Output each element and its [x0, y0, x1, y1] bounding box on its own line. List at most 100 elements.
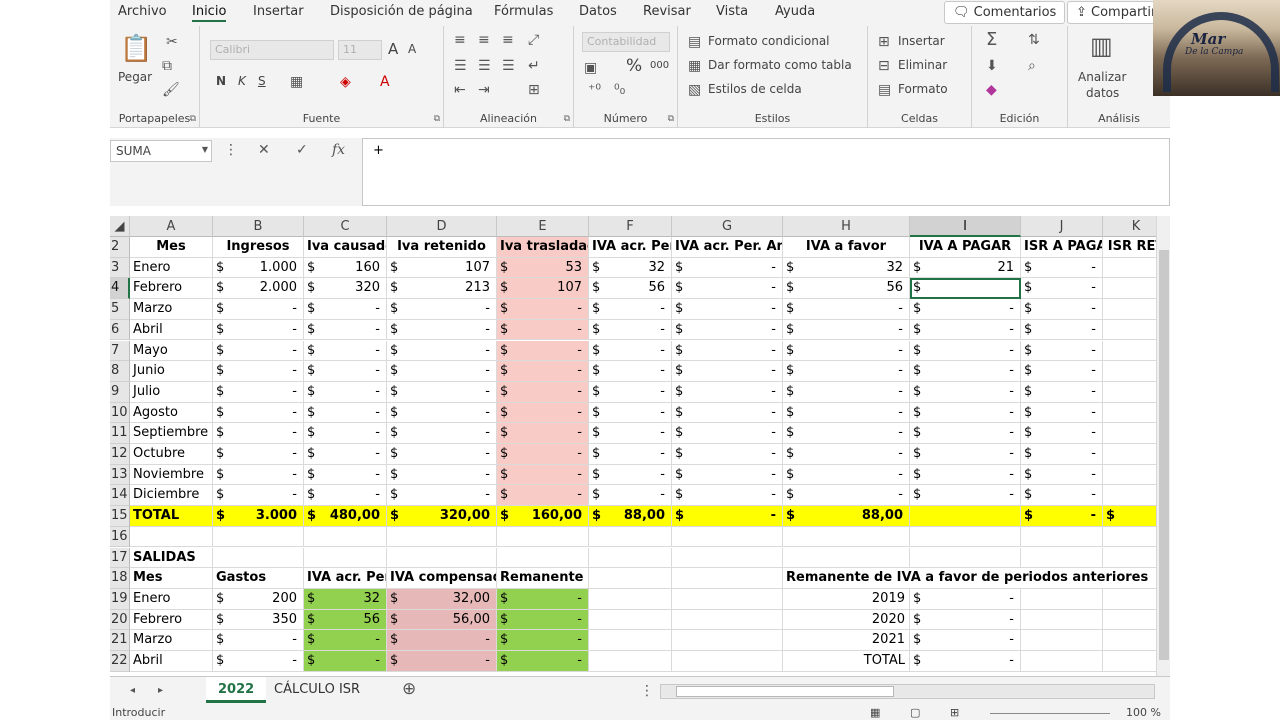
cell-J17[interactable]	[1021, 547, 1103, 569]
cell-A19[interactable]: Enero	[130, 588, 213, 610]
cell-J4[interactable]: $ -	[1021, 278, 1103, 300]
cell-I20[interactable]: $ -	[910, 609, 1021, 631]
cell-A12[interactable]: Octubre	[130, 444, 213, 465]
cell-C2[interactable]: Iva causado	[304, 237, 387, 258]
horizontal-scrollbar[interactable]	[660, 684, 1155, 699]
cell-C4[interactable]: $320	[304, 278, 387, 300]
column-header-I[interactable]: I	[910, 216, 1021, 237]
cell-G6[interactable]: $ -	[672, 319, 783, 341]
comments-button[interactable]: 🗨 Comentarios	[944, 1, 1066, 24]
row-header-3[interactable]: 3	[110, 257, 130, 279]
cell-I10[interactable]: $ -	[910, 402, 1021, 424]
cell-F16[interactable]	[589, 526, 672, 548]
cell-C11[interactable]: $ -	[304, 423, 387, 444]
cell-B14[interactable]: $ -	[213, 485, 304, 507]
cell-I5[interactable]: $ -	[910, 299, 1021, 320]
cell-E9[interactable]: $ -	[497, 381, 589, 403]
scrollbar-thumb[interactable]	[1159, 250, 1169, 660]
cell-G13[interactable]: $ -	[672, 464, 783, 486]
analyze-label-1[interactable]: Analizar	[1078, 70, 1126, 84]
cell-D5[interactable]: $ -	[387, 299, 497, 320]
row-header-20[interactable]: 20	[110, 609, 130, 631]
enter-icon[interactable]: ✓	[296, 142, 308, 158]
cell-G11[interactable]: $ -	[672, 423, 783, 444]
cell-F15[interactable]: $88,00	[589, 506, 672, 527]
cell-D18[interactable]: IVA compensado	[387, 568, 497, 589]
cell-G4[interactable]: $ -	[672, 278, 783, 300]
font-size-box[interactable]: 11	[338, 40, 382, 60]
cell-H16[interactable]	[783, 526, 910, 548]
underline-button[interactable]: S	[258, 74, 266, 88]
cell-E6[interactable]: $ -	[497, 319, 589, 341]
grow-font-icon[interactable]: A	[388, 40, 398, 58]
cell-C9[interactable]: $ -	[304, 381, 387, 403]
selected-cell-I4[interactable]: $	[910, 278, 1021, 300]
align-top-icon[interactable]: ≡	[454, 32, 466, 48]
cell-H2[interactable]: IVA a favor	[783, 237, 910, 258]
find-icon[interactable]: ⌕	[1028, 58, 1036, 74]
cell-E10[interactable]: $ -	[497, 402, 589, 424]
cell-G8[interactable]: $ -	[672, 361, 783, 382]
currency-icon[interactable]: ▣	[584, 60, 597, 76]
cell-B13[interactable]: $ -	[213, 464, 304, 486]
cell-I12[interactable]: $ -	[910, 444, 1021, 465]
cell-A7[interactable]: Mayo	[130, 340, 213, 362]
cell-C19[interactable]: $32	[304, 588, 387, 610]
cell-I8[interactable]: $ -	[910, 361, 1021, 382]
cell-G14[interactable]: $ -	[672, 485, 783, 507]
launcher-icon[interactable]: ⧉	[668, 114, 674, 124]
cell-H6[interactable]: $ -	[783, 319, 910, 341]
cell-J16[interactable]	[1021, 526, 1103, 548]
tab-vista[interactable]: Vista	[716, 4, 748, 19]
cell-E11[interactable]: $ -	[497, 423, 589, 444]
clear-icon[interactable]: ◆	[986, 82, 997, 98]
cell-C22[interactable]: $ -	[304, 651, 387, 672]
column-header-D[interactable]: D	[387, 216, 497, 237]
cell-B15[interactable]: $3.000	[213, 506, 304, 527]
fx-icon[interactable]: fx	[332, 142, 345, 158]
cell-J21[interactable]	[1021, 630, 1103, 651]
tab-ayuda[interactable]: Ayuda	[775, 4, 815, 19]
row-header-7[interactable]: 7	[110, 340, 130, 362]
thousands-button[interactable]: 000	[650, 60, 669, 71]
cell-J2[interactable]: ISR A PAGAR	[1021, 237, 1103, 258]
align-right-icon[interactable]: ☰	[502, 58, 515, 74]
column-header-H[interactable]: H	[783, 216, 910, 237]
cell-C8[interactable]: $ -	[304, 361, 387, 382]
tab-disposicion[interactable]: Disposición de página	[330, 4, 473, 19]
orientation-icon[interactable]: ⤢	[528, 32, 539, 48]
cell-H13[interactable]: $ -	[783, 464, 910, 486]
cell-G5[interactable]: $ -	[672, 299, 783, 320]
cell-E4[interactable]: $107	[497, 278, 589, 300]
cell-A6[interactable]: Abril	[130, 319, 213, 341]
cell-H20[interactable]: 2020	[783, 609, 910, 631]
column-header-J[interactable]: J	[1021, 216, 1103, 237]
cell-H4[interactable]: $56	[783, 278, 910, 300]
cell-I17[interactable]	[910, 547, 1021, 569]
cell-A8[interactable]: Junio	[130, 361, 213, 382]
cell-C10[interactable]: $ -	[304, 402, 387, 424]
cell-F2[interactable]: IVA acr. Per.	[589, 237, 672, 258]
cell-I22[interactable]: $ -	[910, 651, 1021, 672]
cell-B7[interactable]: $ -	[213, 340, 304, 362]
page-layout-icon[interactable]: ▢	[910, 706, 920, 720]
cell-A11[interactable]: Septiembre	[130, 423, 213, 444]
cell-E21[interactable]: $ -	[497, 630, 589, 651]
cell-I16[interactable]	[910, 526, 1021, 548]
cell-H5[interactable]: $ -	[783, 299, 910, 320]
row-header-17[interactable]: 17	[110, 547, 130, 569]
cell-G19[interactable]	[672, 588, 783, 610]
cell-A18[interactable]: Mes	[130, 568, 213, 589]
add-sheet-icon[interactable]: ⊕	[402, 681, 416, 698]
cell-H15[interactable]: $88,00	[783, 506, 910, 527]
cell-D6[interactable]: $ -	[387, 319, 497, 341]
cell-J14[interactable]: $ -	[1021, 485, 1103, 507]
cell-E19[interactable]: $ -	[497, 588, 589, 610]
cell-I15[interactable]	[910, 506, 1021, 527]
cell-G22[interactable]	[672, 651, 783, 672]
cell-F5[interactable]: $ -	[589, 299, 672, 320]
cell-H7[interactable]: $ -	[783, 340, 910, 362]
cell-E13[interactable]: $ -	[497, 464, 589, 486]
format-as-table-button[interactable]: Dar formato como tabla	[708, 58, 852, 72]
cell-H18[interactable]: Remanente de IVA a favor de periodos ant…	[783, 568, 1170, 589]
